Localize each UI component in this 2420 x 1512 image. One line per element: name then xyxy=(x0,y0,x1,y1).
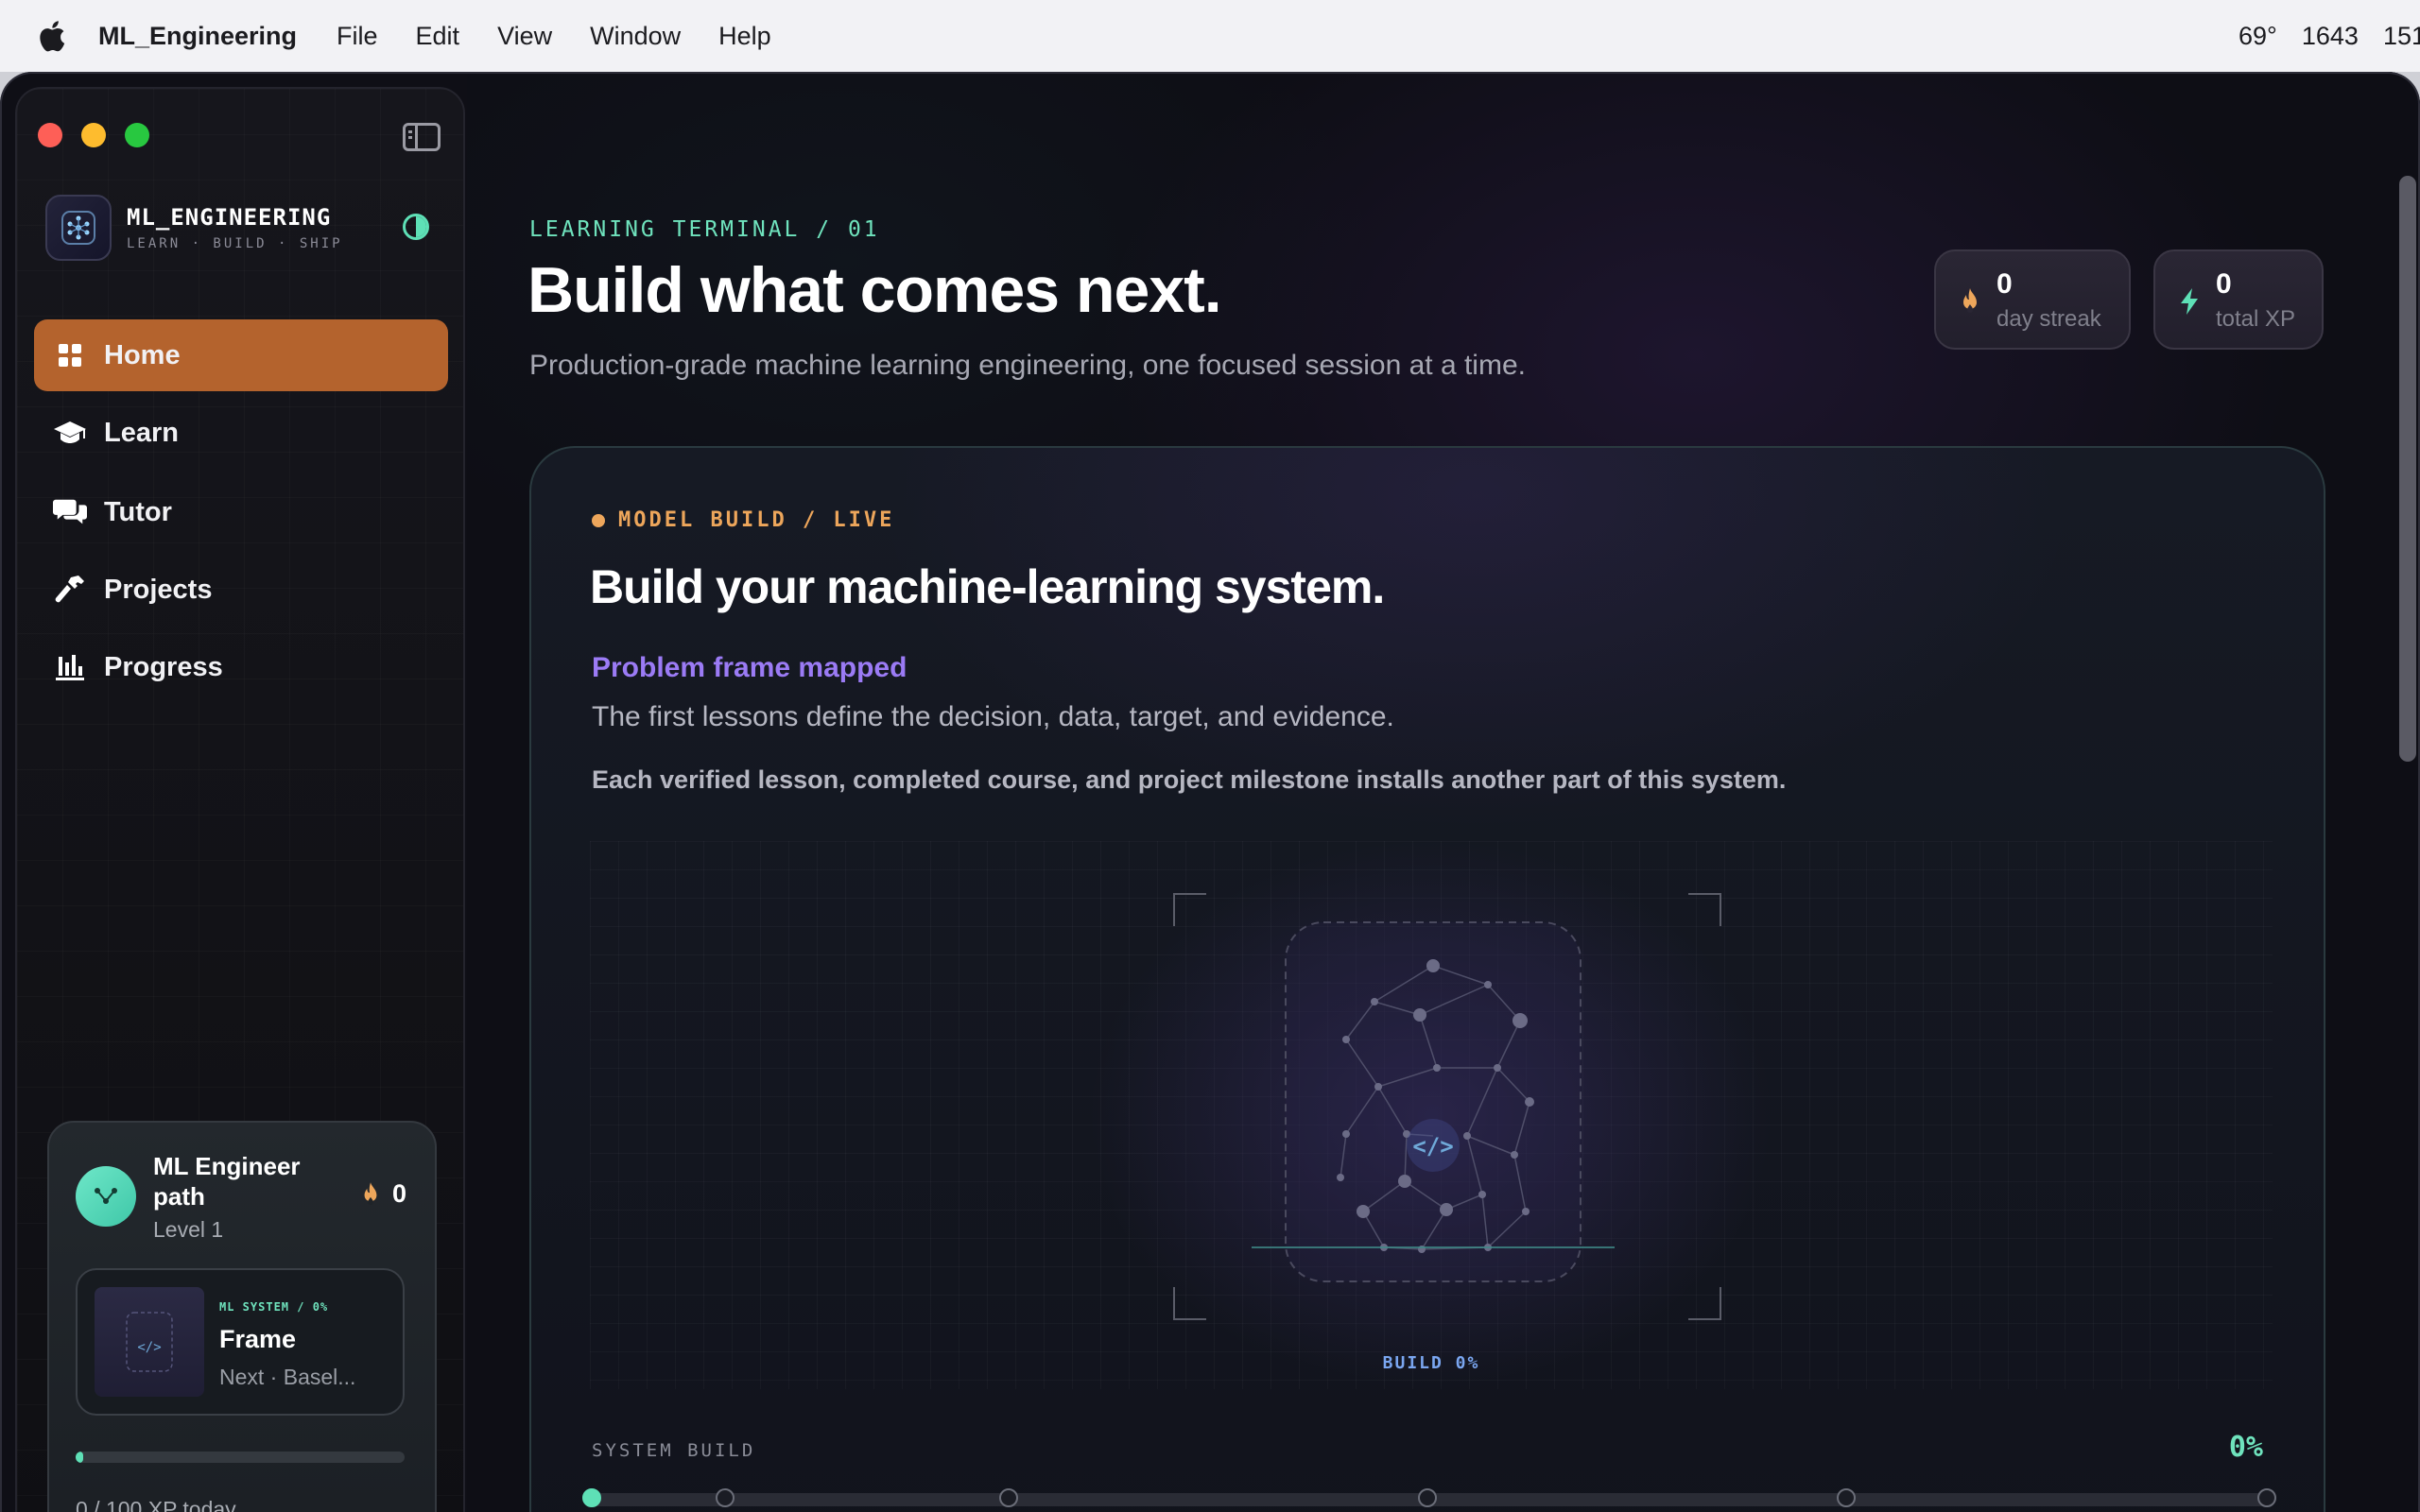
learning-path-card[interactable]: ML Engineer path Level 1 0 </> ML SYSTEM… xyxy=(47,1121,437,1512)
svg-text:</>: </> xyxy=(1412,1133,1453,1160)
sidebar-toggle-icon[interactable] xyxy=(403,123,441,151)
bar-chart-icon xyxy=(53,650,87,684)
milestone-node[interactable] xyxy=(1418,1488,1437,1507)
milestone-node[interactable] xyxy=(1837,1488,1856,1507)
apple-icon[interactable] xyxy=(38,20,66,52)
path-level: Level 1 xyxy=(153,1217,224,1242)
nav-label-home: Home xyxy=(104,339,181,370)
section-eyebrow: LEARNING TERMINAL / 01 xyxy=(529,217,880,242)
theme-toggle-icon[interactable] xyxy=(403,214,429,240)
system-build-label: SYSTEM BUILD xyxy=(592,1440,756,1461)
window-controls xyxy=(38,123,149,147)
stage-description: The first lessons define the decision, d… xyxy=(592,701,1394,732)
grid-icon xyxy=(53,338,87,372)
nav-label-tutor: Tutor xyxy=(104,496,172,527)
page-title: Build what comes next. xyxy=(527,254,1222,326)
daily-xp-progress xyxy=(76,1452,405,1463)
total-xp-value: 0 xyxy=(2216,268,2232,300)
live-dot-icon xyxy=(592,513,605,527)
sidebar: ML_ENGINEERING LEARN · BUILD · SHIP Home… xyxy=(15,87,465,1512)
daily-xp-fill xyxy=(76,1452,83,1463)
milestone-node[interactable] xyxy=(582,1488,601,1507)
neural-network-illustration: </> xyxy=(1091,841,1772,1389)
nav-item-home[interactable]: Home xyxy=(34,319,448,391)
total-xp-label: total XP xyxy=(2216,306,2296,332)
flame-icon xyxy=(1963,288,1977,313)
build-percentage-label: BUILD 0% xyxy=(1382,1353,1480,1373)
stage-title: Problem frame mapped xyxy=(592,652,908,683)
main-nav: Home Learn Tutor Projects Progress xyxy=(34,319,448,709)
milestone-node[interactable] xyxy=(2257,1488,2276,1507)
path-avatar xyxy=(76,1166,136,1227)
lesson-subtitle: Next · Basel... xyxy=(219,1365,356,1389)
svg-text:</>: </> xyxy=(137,1340,161,1355)
daily-xp-label: 0 / 100 XP today xyxy=(76,1497,236,1512)
brand-name: ML_ENGINEERING xyxy=(127,204,332,231)
app-window: LEARNING TERMINAL / 01 Build what comes … xyxy=(0,72,2420,1512)
hammer-icon xyxy=(53,573,87,607)
nav-label-learn: Learn xyxy=(104,417,179,448)
path-title: ML Engineer path xyxy=(153,1152,301,1211)
status-area: 69° 1643 151 xyxy=(2238,0,2420,72)
close-window-button[interactable] xyxy=(38,123,62,147)
day-streak-label: day streak xyxy=(1996,306,2101,332)
nav-item-tutor[interactable]: Tutor xyxy=(34,476,448,548)
path-streak: 0 xyxy=(360,1179,406,1209)
nav-item-projects[interactable]: Projects xyxy=(34,554,448,626)
scrollbar[interactable] xyxy=(2399,176,2416,762)
page-subtitle: Production-grade machine learning engine… xyxy=(529,350,1526,381)
system-visualization: </> BUILD 0% xyxy=(590,841,2273,1389)
app-menu[interactable]: ML_Engineering xyxy=(98,22,297,51)
day-streak-value: 0 xyxy=(1996,268,2013,300)
brand-logo-icon xyxy=(45,195,112,261)
total-xp-stat: 0 total XP xyxy=(2153,249,2324,350)
menu-view[interactable]: View xyxy=(497,22,552,51)
path-streak-value: 0 xyxy=(391,1179,406,1208)
flame-icon xyxy=(364,1181,377,1205)
menu-file[interactable]: File xyxy=(337,22,378,51)
minimize-window-button[interactable] xyxy=(81,123,106,147)
menubar: ML_Engineering File Edit View Window Hel… xyxy=(0,0,2420,72)
nav-label-projects: Projects xyxy=(104,574,213,605)
live-tag-label: MODEL BUILD / LIVE xyxy=(618,508,895,532)
chat-bubbles-icon xyxy=(53,495,87,529)
menu-help[interactable]: Help xyxy=(718,22,771,51)
milestone-node[interactable] xyxy=(716,1488,735,1507)
live-tag: MODEL BUILD / LIVE xyxy=(592,508,894,532)
nav-item-progress[interactable]: Progress xyxy=(34,631,448,703)
lesson-title: Frame xyxy=(219,1325,297,1353)
milestone-node[interactable] xyxy=(999,1488,1018,1507)
nav-item-learn[interactable]: Learn xyxy=(34,397,448,469)
menu-window[interactable]: Window xyxy=(590,22,681,51)
next-lesson-card[interactable]: </> ML SYSTEM / 0% Frame Next · Basel... xyxy=(76,1268,405,1416)
lesson-thumbnail: </> xyxy=(95,1287,204,1397)
panel-title: Build your machine-learning system. xyxy=(590,560,1385,613)
status-time[interactable]: 1643 xyxy=(2302,22,2359,51)
lesson-tag: ML SYSTEM / 0% xyxy=(219,1300,329,1314)
main-content: LEARNING TERMINAL / 01 Build what comes … xyxy=(467,72,2420,1512)
status-extra[interactable]: 151 xyxy=(2383,22,2420,51)
weather-temperature[interactable]: 69° xyxy=(2238,22,2277,51)
day-streak-stat: 0 day streak xyxy=(1934,249,2131,350)
menu-edit[interactable]: Edit xyxy=(416,22,460,51)
brand-tagline: LEARN · BUILD · SHIP xyxy=(127,236,343,251)
graduation-cap-icon xyxy=(53,416,87,450)
system-build-track xyxy=(582,1488,2276,1507)
network-icon xyxy=(95,1188,117,1204)
system-build-percent: 0% xyxy=(2228,1431,2263,1464)
bolt-icon xyxy=(2181,288,2198,315)
panel-note: Each verified lesson, completed course, … xyxy=(592,765,1787,794)
nav-label-progress: Progress xyxy=(104,651,223,682)
model-build-panel: MODEL BUILD / LIVE Build your machine-le… xyxy=(529,446,2325,1512)
zoom-window-button[interactable] xyxy=(125,123,149,147)
brand: ML_ENGINEERING LEARN · BUILD · SHIP xyxy=(45,195,343,261)
